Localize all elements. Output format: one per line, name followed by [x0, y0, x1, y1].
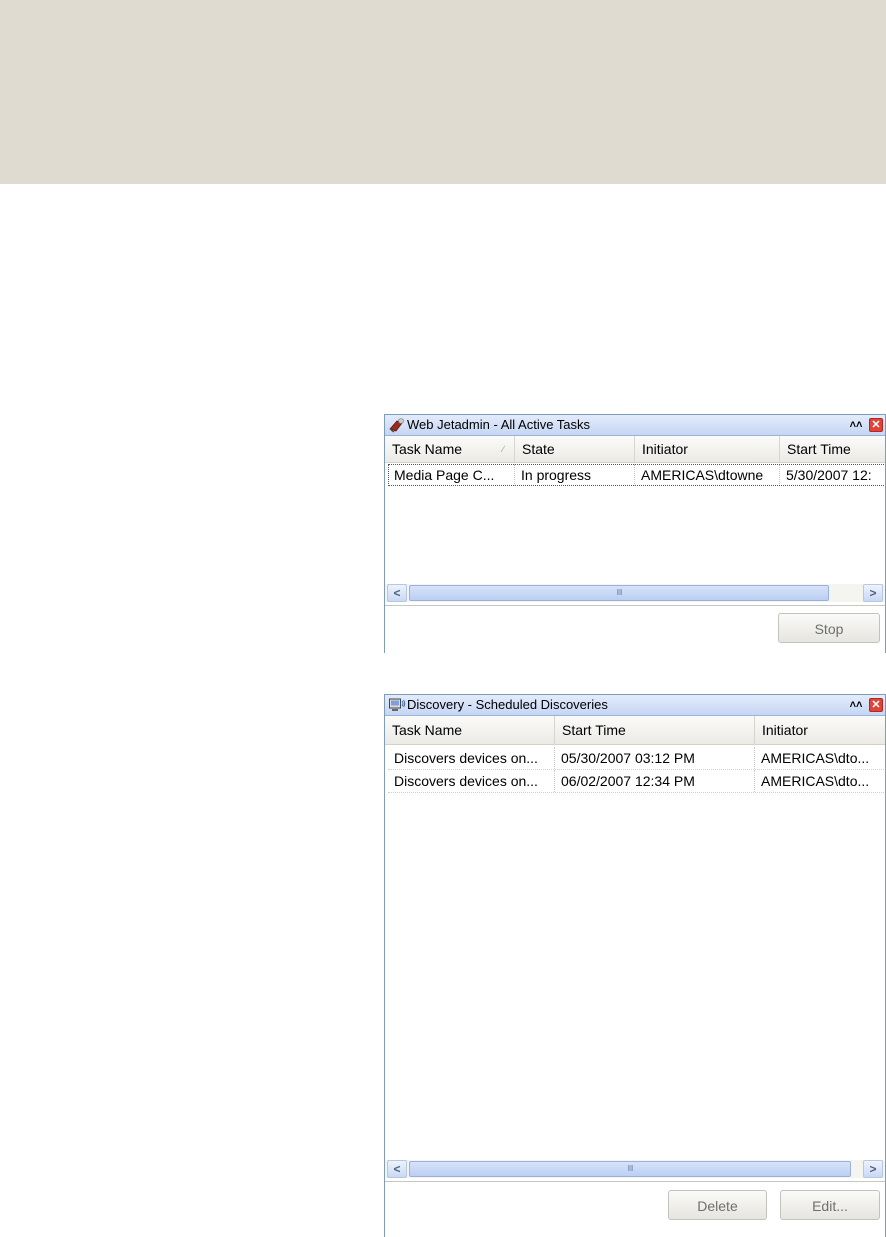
active-tasks-footer: Stop: [385, 605, 885, 653]
task-name-cell: Discovers devices on...: [388, 747, 555, 769]
close-icon[interactable]: ✕: [869, 418, 883, 432]
start-time-cell: 5/30/2007 12:: [786, 467, 872, 483]
column-header-start-time[interactable]: Start Time: [555, 716, 755, 744]
jetadmin-app-icon: [389, 418, 404, 433]
horizontal-scrollbar[interactable]: < IIII >: [385, 1160, 885, 1178]
scroll-thumb[interactable]: IIII: [409, 1161, 851, 1177]
column-header-start-time[interactable]: Start Time: [780, 436, 885, 462]
start-time-cell: 06/02/2007 12:34 PM: [555, 770, 755, 792]
scheduled-discoveries-titlebar: Discovery - Scheduled Discoveries ˄˄ ✕: [385, 695, 885, 716]
column-header-state[interactable]: State: [515, 436, 635, 462]
scroll-left-icon[interactable]: <: [387, 584, 407, 602]
state-cell: In progress: [515, 464, 635, 486]
scheduled-discoveries-footer: Delete Edit...: [385, 1181, 885, 1237]
column-label: Task Name: [392, 441, 463, 457]
task-name-cell: Media Page C...: [388, 464, 515, 486]
scheduled-discoveries-grid: Task Name Start Time Initiator Discovers…: [385, 716, 885, 1160]
active-tasks-titlebar: Web Jetadmin - All Active Tasks ˄˄ ✕: [385, 415, 885, 436]
column-header-task-name[interactable]: Task Name: [385, 716, 555, 744]
table-row[interactable]: Discovers devices on... 06/02/2007 12:34…: [388, 770, 885, 793]
column-header-initiator[interactable]: Initiator: [635, 436, 780, 462]
scheduled-discoveries-panel: Discovery - Scheduled Discoveries ˄˄ ✕ T…: [384, 694, 886, 1237]
scroll-left-icon[interactable]: <: [387, 1160, 407, 1178]
scroll-right-icon[interactable]: >: [863, 584, 883, 602]
close-icon[interactable]: ✕: [869, 698, 883, 712]
delete-button[interactable]: Delete: [668, 1190, 767, 1220]
stop-button[interactable]: Stop: [778, 613, 880, 643]
sort-arrow-icon: ∕: [502, 444, 504, 454]
scroll-thumb[interactable]: IIII: [409, 585, 829, 601]
collapse-icon[interactable]: ˄˄: [849, 417, 863, 433]
active-tasks-header: Task Name ∕ State Initiator Start Time: [385, 436, 885, 463]
column-header-initiator[interactable]: Initiator: [755, 716, 885, 744]
horizontal-scrollbar[interactable]: < IIII >: [385, 584, 885, 602]
edit-button[interactable]: Edit...: [780, 1190, 880, 1220]
active-tasks-panel: Web Jetadmin - All Active Tasks ˄˄ ✕ Tas…: [384, 414, 886, 653]
column-header-task-name[interactable]: Task Name ∕: [385, 436, 515, 462]
scroll-right-icon[interactable]: >: [863, 1160, 883, 1178]
table-row[interactable]: Media Page C... In progress AMERICAS\dto…: [388, 464, 885, 486]
initiator-cell: AMERICAS\dto...: [761, 773, 870, 789]
initiator-cell: AMERICAS\dtowne: [635, 464, 780, 486]
active-tasks-grid: Task Name ∕ State Initiator Start Time M…: [385, 436, 885, 584]
table-row[interactable]: Discovers devices on... 05/30/2007 03:12…: [388, 747, 885, 770]
scheduled-discoveries-title: Discovery - Scheduled Discoveries: [407, 697, 608, 712]
start-time-cell: 05/30/2007 03:12 PM: [555, 747, 755, 769]
task-name-cell: Discovers devices on...: [388, 770, 555, 792]
scheduled-discoveries-header: Task Name Start Time Initiator: [385, 716, 885, 745]
collapse-icon[interactable]: ˄˄: [849, 697, 863, 713]
discovery-icon: [389, 698, 406, 711]
initiator-cell: AMERICAS\dto...: [761, 750, 870, 766]
active-tasks-title: Web Jetadmin - All Active Tasks: [407, 417, 591, 432]
header-band: [0, 0, 886, 184]
